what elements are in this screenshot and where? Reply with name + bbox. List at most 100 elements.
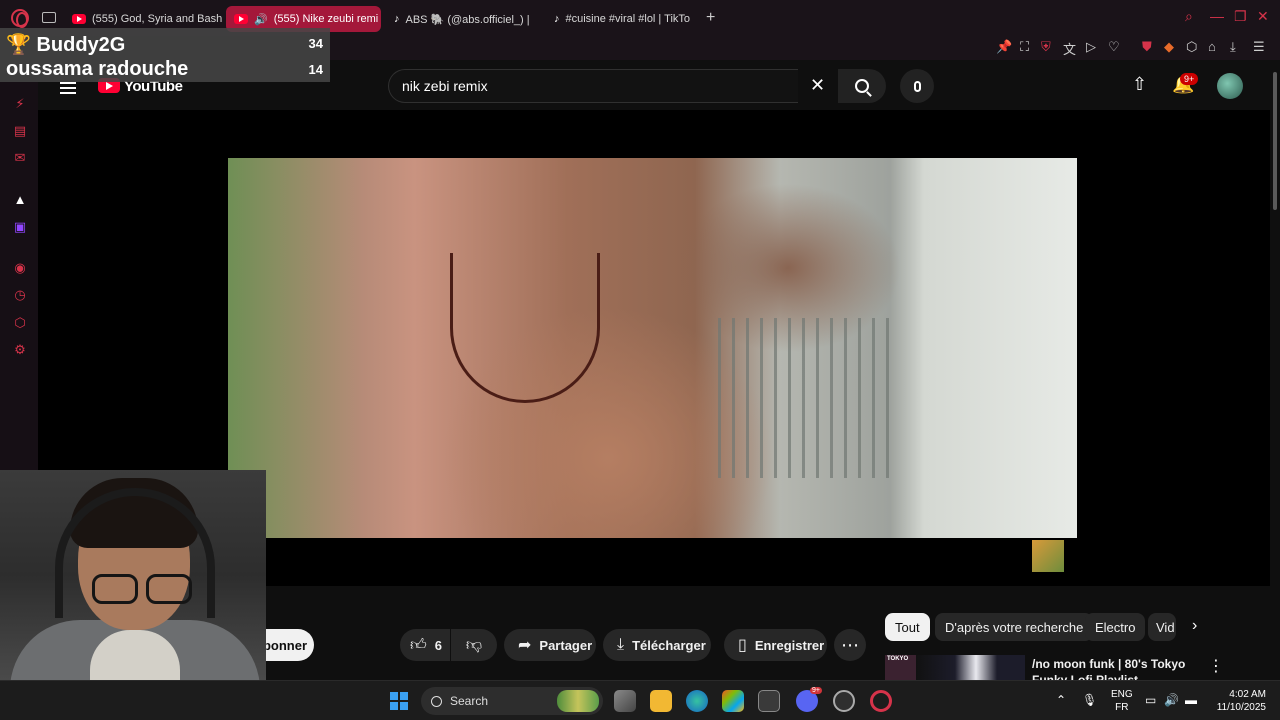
language-indicator[interactable]: ENG FR — [1111, 688, 1133, 714]
search-tabs-icon[interactable]: ⌕ — [1185, 8, 1193, 25]
player-icon[interactable]: ◉ — [12, 260, 28, 276]
settings-gear-icon[interactable]: ⚙ — [12, 342, 28, 358]
search-icon — [431, 695, 442, 707]
chip-from-search[interactable]: D'après votre recherche — [935, 613, 1094, 641]
store-icon[interactable] — [722, 690, 744, 712]
twitch-icon[interactable]: ▣ — [12, 219, 28, 235]
share-label: Partager — [539, 637, 593, 653]
tab-title: ABS 🐘 (@abs.officiel_) | — [405, 13, 530, 26]
extensions-icon[interactable]: ⬡ — [1186, 39, 1197, 55]
tab-abs-tiktok[interactable]: ♪ ABS 🐘 (@abs.officiel_) | — [386, 6, 536, 32]
channel-watermark[interactable] — [1032, 540, 1064, 572]
like-button[interactable]: 👍︎ 6 — [400, 629, 450, 661]
save-label: Enregistrer — [754, 637, 825, 653]
unity-icon[interactable] — [758, 690, 780, 712]
workspaces-icon[interactable] — [42, 12, 56, 23]
maximize-icon[interactable]: ❐ — [1234, 8, 1247, 25]
snapshot-icon[interactable]: ⛶ — [1020, 39, 1029, 55]
chip-videos[interactable]: Vid — [1148, 613, 1176, 641]
page-scrollbar[interactable] — [1270, 60, 1280, 680]
microphone-tray-icon[interactable]: 🎙 — [1082, 693, 1097, 707]
volume-icon[interactable]: 🔊 — [1164, 693, 1179, 707]
tab-cuisine-tiktok[interactable]: ♪ #cuisine #viral #lol | TikTo — [546, 6, 701, 32]
thumbs-up-icon: 👍︎ — [410, 636, 427, 654]
video-necklace — [450, 253, 600, 403]
overlay-row-1: 🏆 Buddy2G — [6, 32, 125, 57]
windows-taskbar: Search 9+ ⌃ 🎙 ENG FR ▭ 🔊 ▬ 4:02 AM 11/10… — [0, 680, 1280, 720]
task-view-icon[interactable] — [614, 690, 636, 712]
close-window-icon[interactable]: ✕ — [1257, 8, 1269, 25]
profile-icon[interactable]: ⌂ — [1208, 39, 1216, 54]
aria-icon[interactable]: ⚡ — [12, 96, 28, 112]
app-icon[interactable]: ▲ — [12, 192, 28, 208]
menu-icon[interactable]: ☰ — [1253, 39, 1265, 55]
related-video-title[interactable]: /no moon funk | 80's Tokyo Funky Lofi Pl… — [1032, 656, 1202, 680]
minimize-icon[interactable]: — — [1210, 8, 1224, 24]
share-button[interactable]: ➦ Partager — [504, 629, 596, 661]
streamer-webcam — [0, 470, 266, 680]
play-icon[interactable]: ▷ — [1086, 39, 1096, 55]
extension-fox-icon[interactable]: ◆ — [1164, 39, 1174, 55]
stream-score-overlay: 🏆 Buddy2G 34 oussama radouche 14 — [0, 28, 330, 82]
translate-icon[interactable]: 文 — [1063, 39, 1076, 58]
youtube-favicon-icon — [72, 14, 86, 24]
tab-title: (555) God, Syria and Bash — [92, 13, 222, 25]
like-count: 6 — [434, 637, 442, 653]
pin-icon[interactable]: 📌 — [996, 39, 1012, 55]
clear-search-icon[interactable]: ✕ — [810, 75, 825, 96]
video-frame[interactable] — [228, 158, 1077, 538]
ublock-icon[interactable]: ⛊ — [1142, 39, 1152, 55]
account-avatar[interactable] — [1217, 73, 1243, 99]
tiktok-favicon-icon: ♪ — [394, 13, 400, 25]
notification-badge: 9+ — [1180, 73, 1199, 85]
save-button[interactable]: ▯ Enregistrer — [724, 629, 827, 661]
chevron-right-icon[interactable]: › — [1192, 617, 1197, 635]
language-primary: ENG — [1111, 689, 1133, 700]
hamburger-menu-icon[interactable] — [60, 82, 76, 94]
search-highlight-image — [557, 690, 599, 712]
clock-time: 4:02 AM — [1229, 689, 1266, 700]
system-clock[interactable]: 4:02 AM 11/10/2025 — [1206, 688, 1266, 714]
related-video-thumbnail[interactable]: TOKYO — [885, 655, 1025, 680]
taskbar-search[interactable]: Search — [421, 687, 603, 715]
heart-icon[interactable]: ♡ — [1108, 39, 1120, 55]
file-explorer-icon[interactable] — [650, 690, 672, 712]
microphone-icon — [913, 80, 921, 92]
player-score: 34 — [308, 36, 323, 51]
vpn-shield-icon[interactable]: ⛨ — [1041, 39, 1051, 55]
chip-electro[interactable]: Electro — [1085, 613, 1146, 641]
download-icon: ⤓ — [617, 636, 625, 653]
share-icon: ➦ — [518, 637, 532, 654]
opera-logo-icon[interactable] — [11, 9, 29, 28]
extensions-sidebar-icon[interactable]: ⬡ — [12, 315, 28, 331]
voice-search-button[interactable] — [900, 69, 934, 103]
windows-start-icon[interactable] — [390, 692, 408, 710]
messenger-icon[interactable]: ✉ — [12, 150, 28, 166]
tab-title: (555) Nike zeubi remi — [273, 13, 379, 25]
search-button[interactable] — [838, 69, 886, 103]
search-icon — [855, 79, 869, 93]
player-name: Buddy2G — [36, 34, 126, 56]
discord-badge: 9+ — [810, 687, 822, 694]
tray-chevron-up-icon[interactable]: ⌃ — [1056, 693, 1066, 707]
obs-icon[interactable] — [833, 690, 855, 712]
opera-taskbar-icon[interactable] — [870, 690, 892, 712]
new-tab-button[interactable]: + — [706, 9, 715, 27]
edge-icon[interactable] — [686, 690, 708, 712]
network-icon[interactable]: ▭ — [1145, 693, 1156, 707]
upload-icon[interactable]: ⇧ — [1132, 74, 1147, 95]
chip-all[interactable]: Tout — [885, 613, 930, 641]
more-actions-button[interactable]: ⋯ — [834, 629, 866, 661]
search-input[interactable]: nik zebi remix — [388, 69, 798, 103]
battery-icon[interactable]: ▬ — [1185, 693, 1197, 707]
webcam-glasses — [92, 574, 192, 604]
downloads-icon[interactable]: ⤓ — [1230, 39, 1236, 55]
dislike-button[interactable]: 👎︎ — [451, 629, 497, 661]
music-icon[interactable]: ▤ — [12, 123, 28, 139]
download-button[interactable]: ⤓ Télécharger — [603, 629, 711, 661]
speaker-icon[interactable]: 🔊 — [254, 13, 268, 26]
more-vert-icon[interactable]: ⋮ — [1208, 656, 1224, 676]
taskbar-search-label: Search — [450, 694, 489, 708]
youtube-favicon-icon — [234, 14, 248, 24]
history-icon[interactable]: ◷ — [12, 287, 28, 303]
